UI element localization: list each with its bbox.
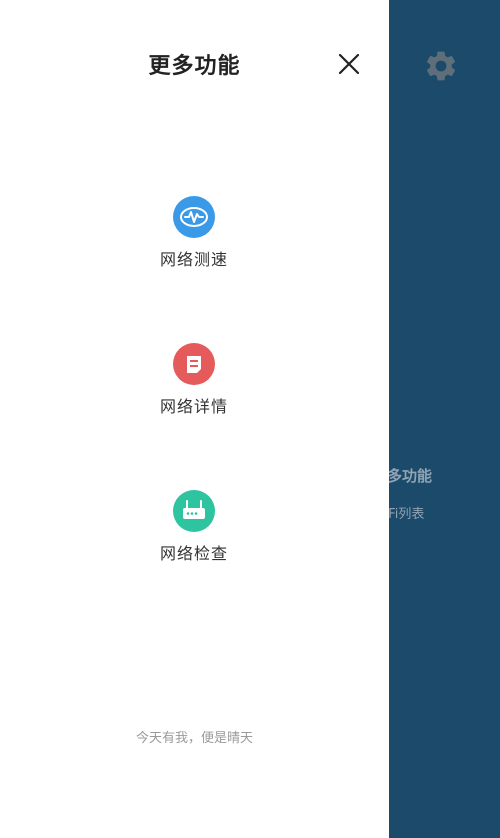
- drawer-title: 更多功能: [148, 54, 241, 79]
- menu-item-label: 网络测速: [159, 250, 228, 269]
- close-icon[interactable]: [333, 48, 365, 80]
- menu-item-label: 网络检查: [159, 544, 228, 563]
- footer-slogan: 今天有我，便是晴天: [135, 731, 253, 746]
- menu-item-label: 网络详情: [159, 397, 228, 416]
- details-icon: [173, 343, 215, 385]
- menu-item-speed-test[interactable]: 网络测速: [114, 196, 274, 270]
- menu-item-network-details[interactable]: 网络详情: [114, 343, 274, 417]
- speed-test-icon: [173, 196, 215, 238]
- router-icon: [173, 490, 215, 532]
- gear-icon[interactable]: [423, 48, 459, 84]
- more-features-drawer: 更多功能 网络测速 网络详情 网络检查 今天有我，便是晴天: [0, 0, 389, 838]
- menu-item-network-check[interactable]: 网络检查: [114, 490, 274, 564]
